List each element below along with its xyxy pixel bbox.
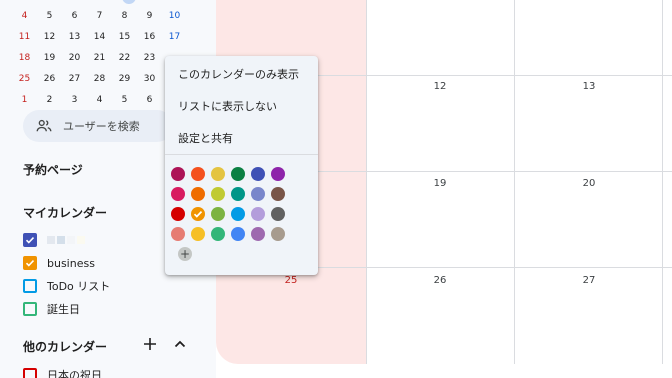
color-swatch[interactable]: [231, 227, 245, 241]
mini-calendar-day[interactable]: 12: [37, 27, 62, 47]
mini-calendar-day[interactable]: 7: [87, 6, 112, 26]
my-calendar-item-business[interactable]: business: [23, 254, 95, 272]
menu-item-show-only-this[interactable]: このカレンダーのみ表示: [178, 66, 299, 82]
mini-calendar-day[interactable]: 16: [137, 27, 162, 47]
color-swatch[interactable]: [231, 207, 245, 221]
color-swatch-selected[interactable]: [191, 207, 205, 221]
color-swatch[interactable]: [271, 167, 285, 181]
mini-calendar-day[interactable]: 10: [162, 6, 187, 26]
calendar-checkbox[interactable]: [23, 279, 37, 293]
menu-divider: [165, 154, 318, 155]
my-calendar-item-primary[interactable]: [23, 231, 85, 249]
mini-calendar-day[interactable]: 4: [12, 6, 37, 26]
mini-calendar-day[interactable]: 4: [87, 90, 112, 110]
mini-calendar-week: 4 5 6 7 8 9 10: [16, 6, 196, 26]
mini-calendar-day[interactable]: 19: [37, 48, 62, 68]
day-number[interactable]: 25: [276, 275, 306, 286]
mini-calendar-day[interactable]: 27: [62, 69, 87, 89]
mini-calendar-day[interactable]: 1: [12, 90, 37, 110]
mini-calendar-day[interactable]: 15: [112, 27, 137, 47]
color-swatch[interactable]: [211, 187, 225, 201]
color-swatch[interactable]: [271, 207, 285, 221]
mini-calendar-day[interactable]: 2: [37, 90, 62, 110]
search-users-label: ユーザーを検索: [63, 120, 140, 133]
mini-calendar-day[interactable]: 6: [137, 90, 162, 110]
mini-calendar-day[interactable]: 30: [137, 69, 162, 89]
mini-calendar-day[interactable]: 8: [112, 6, 137, 26]
chevron-up-icon[interactable]: [172, 336, 188, 352]
calendar-options-menu: このカレンダーのみ表示 リストに表示しない 設定と共有: [165, 56, 318, 275]
calendar-checkbox[interactable]: [23, 302, 37, 316]
day-number[interactable]: 20: [574, 178, 604, 189]
mini-calendar-week: 11 12 13 14 15 16 17: [16, 27, 196, 47]
menu-item-hide-from-list[interactable]: リストに表示しない: [178, 98, 277, 114]
mini-calendar-day[interactable]: 21: [87, 48, 112, 68]
color-swatch[interactable]: [251, 167, 265, 181]
calendar-label: business: [47, 256, 95, 270]
color-swatch[interactable]: [211, 207, 225, 221]
booking-pages-title[interactable]: 予約ページ: [23, 161, 83, 178]
calendar-label: 誕生日: [47, 303, 80, 316]
mini-calendar-day[interactable]: 25: [12, 69, 37, 89]
mini-calendar-day[interactable]: 6: [62, 6, 87, 26]
other-calendar-item-holidays[interactable]: 日本の祝日: [23, 366, 102, 378]
my-calendars-title[interactable]: マイカレンダー: [23, 204, 107, 221]
color-swatch[interactable]: [211, 167, 225, 181]
color-swatch[interactable]: [251, 187, 265, 201]
redacted-calendar-name: [47, 236, 85, 244]
mini-calendar-day[interactable]: 5: [37, 6, 62, 26]
color-swatch[interactable]: [191, 167, 205, 181]
mini-calendar-day[interactable]: 5: [112, 90, 137, 110]
day-number[interactable]: 12: [425, 81, 455, 92]
color-swatch[interactable]: [251, 207, 265, 221]
people-icon: [36, 119, 52, 132]
calendar-label: ToDo リスト: [47, 280, 111, 293]
menu-item-settings-and-sharing[interactable]: 設定と共有: [178, 130, 233, 146]
mini-calendar-day[interactable]: 9: [137, 6, 162, 26]
mini-calendar-day[interactable]: 14: [87, 27, 112, 47]
my-calendar-item-birthdays[interactable]: 誕生日: [23, 300, 80, 318]
calendar-label: 日本の祝日: [47, 369, 102, 378]
color-swatch[interactable]: [251, 227, 265, 241]
calendar-checkbox[interactable]: [23, 233, 37, 247]
other-calendars-title[interactable]: 他のカレンダー: [23, 338, 107, 355]
check-icon: [25, 237, 35, 244]
color-swatch[interactable]: [171, 207, 185, 221]
color-swatch[interactable]: [171, 167, 185, 181]
mini-calendar-day[interactable]: 11: [12, 27, 37, 47]
add-custom-color-button[interactable]: +: [178, 247, 192, 261]
calendar-checkbox[interactable]: [23, 368, 37, 378]
day-number[interactable]: 13: [574, 81, 604, 92]
add-icon[interactable]: [142, 336, 158, 352]
color-swatch[interactable]: [231, 167, 245, 181]
color-swatch[interactable]: [171, 227, 185, 241]
day-number[interactable]: 26: [425, 275, 455, 286]
mini-calendar-day[interactable]: 29: [112, 69, 137, 89]
mini-calendar-day[interactable]: 20: [62, 48, 87, 68]
day-number[interactable]: 27: [574, 275, 604, 286]
mini-calendar-day[interactable]: 28: [87, 69, 112, 89]
check-icon: [193, 211, 203, 218]
color-swatch[interactable]: [271, 227, 285, 241]
color-swatch[interactable]: [211, 227, 225, 241]
mini-calendar-day[interactable]: 26: [37, 69, 62, 89]
mini-calendar-day[interactable]: 18: [12, 48, 37, 68]
mini-calendar-day[interactable]: 23: [137, 48, 162, 68]
my-calendar-item-todo[interactable]: ToDo リスト: [23, 277, 110, 295]
day-number[interactable]: 19: [425, 178, 455, 189]
mini-calendar-day[interactable]: 3: [62, 90, 87, 110]
mini-calendar-selected-marker: [122, 0, 136, 4]
mini-calendar-day[interactable]: 22: [112, 48, 137, 68]
color-swatch[interactable]: [191, 187, 205, 201]
color-swatch[interactable]: [171, 187, 185, 201]
mini-calendar-day[interactable]: 13: [62, 27, 87, 47]
color-swatch[interactable]: [231, 187, 245, 201]
calendar-checkbox[interactable]: [23, 256, 37, 270]
check-icon: [25, 260, 35, 267]
other-calendars-controls: [142, 336, 188, 352]
color-swatch[interactable]: [271, 187, 285, 201]
search-users-button[interactable]: ユーザーを検索: [23, 110, 173, 142]
color-swatch[interactable]: [191, 227, 205, 241]
mini-calendar-day[interactable]: 17: [162, 27, 187, 47]
